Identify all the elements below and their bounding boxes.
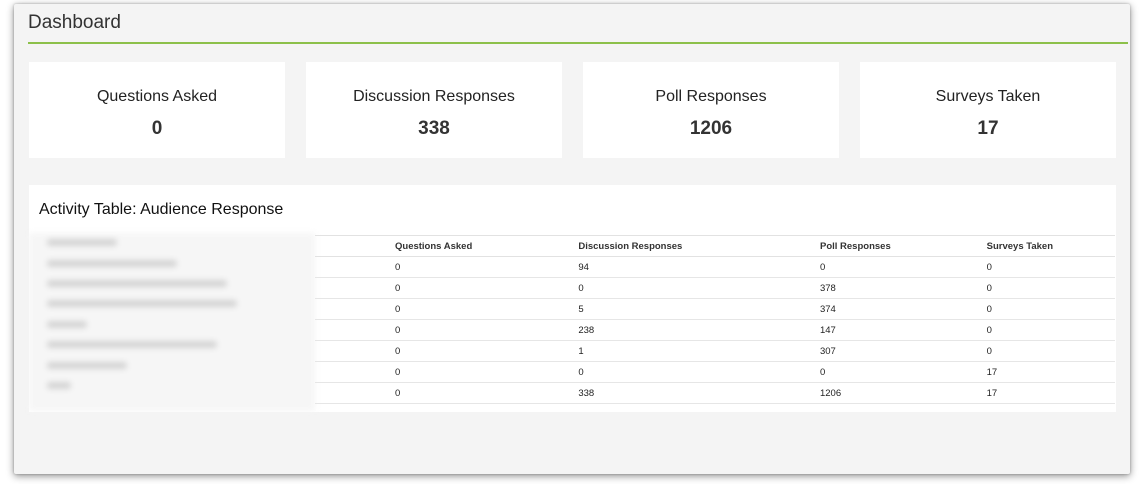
stats-row: Questions Asked 0 Discussion Responses 3…: [29, 62, 1117, 158]
stat-value: 17: [977, 118, 999, 139]
stat-value: 0: [151, 118, 163, 139]
table-cell: 94: [498, 256, 740, 278]
table-cell: 0: [315, 361, 499, 383]
stat-value: 338: [418, 118, 450, 139]
table-cell: 238: [498, 319, 740, 341]
stat-card-discussion-responses: Discussion Responses 338: [306, 62, 562, 158]
table-row: 0 0 378 0: [315, 277, 1115, 299]
table-cell: 0: [906, 256, 1115, 278]
stat-label: Questions Asked: [96, 88, 218, 105]
table-cell: 5: [498, 298, 740, 320]
table-cell: 0: [906, 277, 1115, 299]
table-cell: 0: [315, 340, 499, 362]
dashboard-header: Dashboard: [28, 10, 1128, 44]
table-cell: 0: [906, 298, 1115, 320]
table-cell: 0: [315, 319, 499, 341]
table-cell: 0: [315, 298, 499, 320]
activity-table: Questions Asked Discussion Responses Pol…: [315, 235, 1115, 404]
stat-label: Poll Responses: [655, 88, 767, 105]
table-row: 0 238 147 0: [315, 319, 1115, 341]
table-cell: 307: [739, 340, 907, 362]
column-header[interactable]: Discussion Responses: [498, 235, 740, 257]
stat-value: 1206: [689, 118, 733, 139]
activity-panel: Activity Table: Audience Response Questi…: [29, 185, 1116, 412]
table-row: 0 0 0 17: [315, 361, 1115, 383]
table-header-row: Questions Asked Discussion Responses Pol…: [315, 235, 1115, 257]
table-cell: 0: [498, 361, 740, 383]
table-cell: 0: [498, 277, 740, 299]
table-cell: 378: [739, 277, 907, 299]
table-cell: 0: [739, 256, 907, 278]
stat-label: Discussion Responses: [353, 88, 515, 105]
column-header[interactable]: Questions Asked: [315, 235, 499, 257]
table-row: 0 1 307 0: [315, 340, 1115, 362]
table-cell: 1206: [739, 382, 907, 404]
column-header[interactable]: Poll Responses: [739, 235, 907, 257]
table-cell: 374: [739, 298, 907, 320]
activity-table-title: Activity Table: Audience Response: [39, 201, 284, 218]
dashboard-window: Dashboard Questions Asked 0 Discussion R…: [14, 4, 1130, 474]
table-cell: 17: [906, 382, 1115, 404]
column-header[interactable]: Surveys Taken: [906, 235, 1115, 257]
table-cell: 17: [906, 361, 1115, 383]
stat-label: Surveys Taken: [935, 88, 1041, 105]
table-cell: 0: [906, 319, 1115, 341]
table-cell: 0: [906, 340, 1115, 362]
table-cell: 0: [315, 277, 499, 299]
table-row: 0 5 374 0: [315, 298, 1115, 320]
blurred-row-labels: [29, 233, 315, 411]
table-cell: 338: [498, 382, 740, 404]
table-cell: 0: [315, 256, 499, 278]
table-row-total: 0 338 1206 17: [315, 382, 1115, 404]
stat-card-questions-asked: Questions Asked 0: [29, 62, 285, 158]
table-cell: 1: [498, 340, 740, 362]
stat-card-poll-responses: Poll Responses 1206: [583, 62, 839, 158]
page-title: Dashboard: [28, 12, 121, 33]
table-row: 0 94 0 0: [315, 256, 1115, 278]
table-cell: 0: [739, 361, 907, 383]
stat-card-surveys-taken: Surveys Taken 17: [860, 62, 1116, 158]
table-cell: 147: [739, 319, 907, 341]
table-cell: 0: [315, 382, 499, 404]
